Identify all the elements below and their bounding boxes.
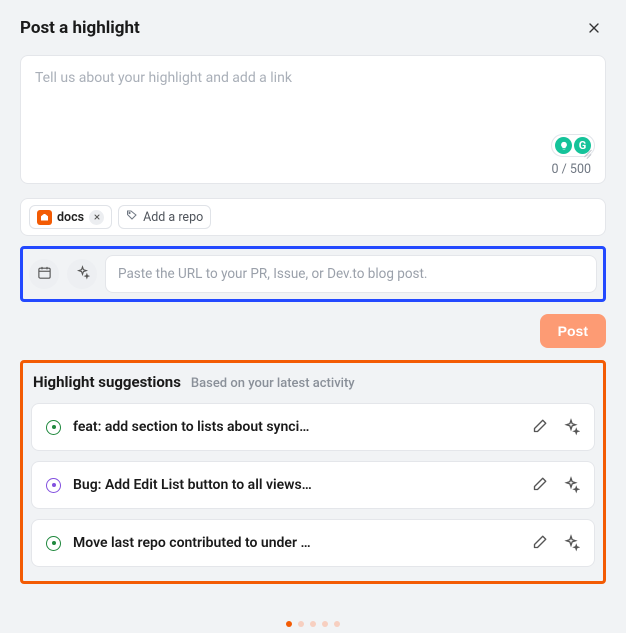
suggestions-highlight-box: Highlight suggestions Based on your late… [20, 360, 606, 584]
pager-dot[interactable] [286, 621, 292, 627]
sparkle-icon[interactable] [562, 534, 580, 552]
suggestions-header: Highlight suggestions Based on your late… [31, 373, 595, 391]
url-row [29, 255, 597, 293]
issue-status-icon [46, 478, 61, 493]
tag-icon [126, 209, 138, 225]
suggestion-text: Move last repo contributed to under … [73, 535, 518, 551]
calendar-icon [37, 265, 52, 284]
char-counter: 0 / 500 [35, 162, 591, 177]
pager-dots[interactable] [286, 621, 340, 627]
remove-repo-icon[interactable] [89, 210, 104, 225]
repo-chip-label: docs [57, 210, 84, 225]
pencil-icon[interactable] [530, 534, 548, 552]
issue-status-icon [46, 420, 61, 435]
suggestion-text: Bug: Add Edit List button to all views… [73, 477, 518, 493]
suggestion-actions [530, 476, 580, 494]
suggestions-title: Highlight suggestions [33, 373, 181, 391]
pencil-icon[interactable] [530, 418, 548, 436]
lightbulb-icon [555, 137, 572, 154]
ai-sparkle-button[interactable] [67, 259, 97, 289]
sparkle-icon[interactable] [562, 418, 580, 436]
suggestion-item[interactable]: Bug: Add Edit List button to all views… [31, 461, 595, 509]
url-row-highlight-box [20, 246, 606, 302]
close-icon[interactable] [582, 18, 606, 41]
post-highlight-modal: Post a highlight G 0 / 500 docs Ad [0, 0, 626, 594]
pager-dot[interactable] [298, 621, 304, 627]
repo-icon [37, 210, 52, 225]
pager-dot[interactable] [310, 621, 316, 627]
add-repo-button[interactable]: Add a repo [118, 205, 211, 229]
sparkle-icon [75, 265, 90, 284]
suggestion-actions [530, 418, 580, 436]
highlight-textarea-container: G 0 / 500 [20, 55, 606, 184]
modal-title: Post a highlight [20, 18, 140, 38]
suggestion-actions [530, 534, 580, 552]
repo-bar: docs Add a repo [20, 198, 606, 236]
repo-chip-docs[interactable]: docs [29, 205, 112, 229]
highlight-textarea[interactable] [35, 70, 591, 156]
pager-dot[interactable] [322, 621, 328, 627]
pencil-icon[interactable] [530, 476, 548, 494]
issue-status-icon [46, 536, 61, 551]
grammarly-badge[interactable]: G [551, 134, 595, 157]
date-picker-button[interactable] [29, 259, 59, 289]
sparkle-icon[interactable] [562, 476, 580, 494]
suggestion-text: feat: add section to lists about synci… [73, 419, 518, 435]
suggestion-item[interactable]: Move last repo contributed to under … [31, 519, 595, 567]
pager-dot[interactable] [334, 621, 340, 627]
grammarly-icon: G [574, 137, 591, 154]
suggestion-item[interactable]: feat: add section to lists about synci… [31, 403, 595, 451]
add-repo-label: Add a repo [143, 210, 203, 225]
suggestions-subtitle: Based on your latest activity [191, 376, 355, 391]
post-button[interactable]: Post [540, 314, 606, 348]
suggestions-list: feat: add section to lists about synci… B… [31, 403, 595, 567]
modal-header: Post a highlight [20, 18, 606, 41]
url-input[interactable] [105, 255, 597, 293]
post-row: Post [20, 314, 606, 348]
